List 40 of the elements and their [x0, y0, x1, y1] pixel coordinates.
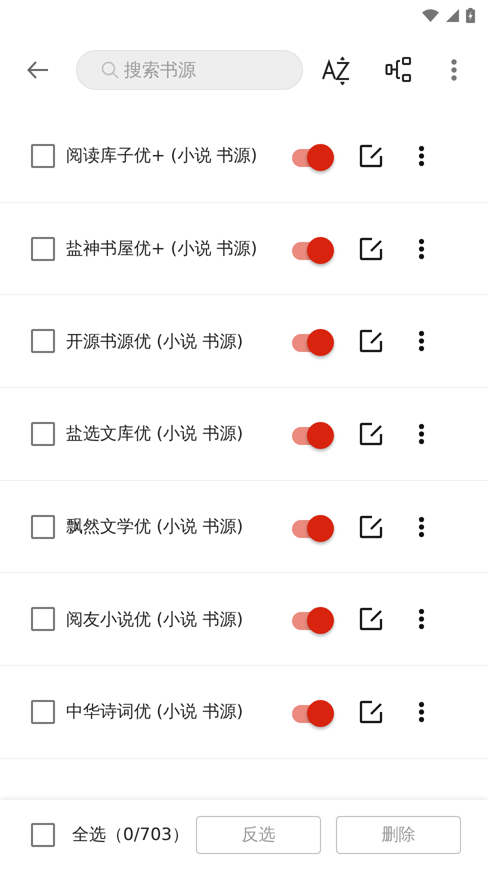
edit-icon[interactable] — [359, 144, 383, 168]
checkbox[interactable] — [31, 607, 55, 632]
source-name: 飘然文学优 (小说 书源) — [66, 516, 244, 538]
checkbox[interactable] — [31, 144, 55, 168]
edit-icon[interactable] — [359, 700, 383, 724]
search-field[interactable]: 搜索书源 — [76, 50, 303, 90]
edit-icon[interactable] — [359, 514, 383, 539]
edit-icon[interactable] — [359, 422, 383, 446]
select-all-label: 全选（0/703） — [72, 824, 190, 846]
checkbox[interactable] — [31, 329, 55, 354]
source-name: 盐选文库优 (小说 书源) — [66, 423, 244, 446]
more-icon[interactable] — [418, 330, 425, 352]
checkbox[interactable] — [31, 700, 55, 724]
source-name: 阅友小说优 (小说 书源) — [66, 608, 244, 631]
more-icon[interactable] — [418, 516, 425, 538]
search-icon — [101, 61, 119, 79]
delete-button[interactable]: 删除 — [336, 816, 461, 854]
edit-icon[interactable] — [359, 329, 383, 354]
back-arrow-icon[interactable] — [27, 61, 49, 79]
source-name: 盐神书屋优+ (小说 书源) — [66, 238, 258, 260]
more-icon[interactable] — [418, 608, 425, 630]
source-name: 中华诗词优 (小说 书源) — [66, 701, 244, 724]
invert-selection-button[interactable]: 反选 — [196, 816, 321, 854]
source-name: 阅读库子优+ (小说 书源) — [66, 145, 258, 168]
battery-icon — [466, 8, 475, 22]
edit-icon[interactable] — [359, 607, 383, 632]
checkbox[interactable] — [31, 514, 55, 539]
hierarchy-icon[interactable] — [385, 56, 413, 84]
signal-icon — [446, 8, 459, 22]
more-icon[interactable] — [418, 238, 425, 260]
more-icon[interactable] — [418, 144, 425, 167]
more-icon[interactable] — [418, 700, 425, 723]
source-name: 开源书源优 (小说 书源) — [66, 330, 244, 353]
sort-icon[interactable] — [321, 55, 351, 85]
checkbox[interactable] — [31, 822, 55, 846]
wifi-icon — [422, 8, 439, 22]
more-icon[interactable] — [418, 422, 425, 445]
edit-icon[interactable] — [359, 236, 383, 261]
checkbox[interactable] — [31, 422, 55, 446]
checkbox[interactable] — [31, 236, 55, 261]
